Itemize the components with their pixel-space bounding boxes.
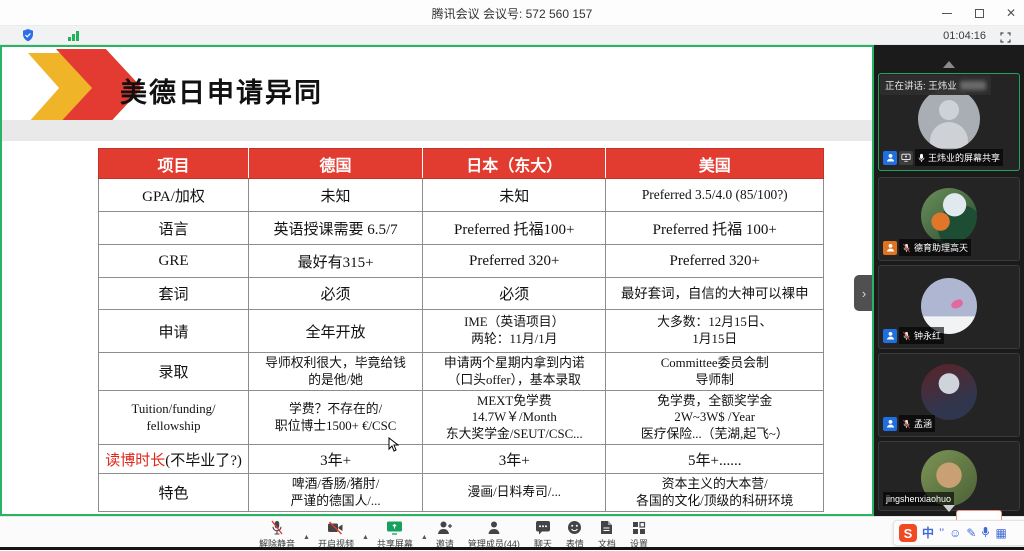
shared-screen-area: 美德日申请异同 项目 德国 日本（东大） 美国 GPA/加权 未知 未知 Pre… — [0, 45, 874, 516]
scroll-up-icon[interactable] — [943, 61, 955, 68]
docs-icon — [600, 519, 613, 536]
table-row: 申请 全年开放 IME（英语项目） 两轮：11月/1月 大多数：12月15日、 … — [99, 310, 824, 353]
members-icon — [487, 519, 501, 536]
network-signal-icon — [68, 31, 79, 41]
screen-share-badge-icon — [899, 151, 913, 165]
table-row: 特色 啤酒/香肠/猪肘/ 严谨的德国人/... 漫画/日料寿司/... 资本主义… — [99, 474, 824, 512]
tencent-meeting-window: 腾讯会议 会议号: 572 560 157 ✕ 01:04:16 美德日申请异同 — [0, 0, 1024, 550]
table-row: GPA/加权 未知 未知 Preferred 3.5/4.0 (85/100?) — [99, 179, 824, 212]
member-badge-icon — [883, 241, 897, 255]
member-badge-icon — [883, 329, 897, 343]
voice-icon[interactable] — [981, 526, 990, 540]
participants-sidebar: 正在讲话: 王炜业 王炜业的屏幕共享 — [874, 45, 1024, 516]
participant-tile[interactable]: 钟永红 — [878, 265, 1020, 349]
mic-menu-caret[interactable]: ▲ — [302, 534, 311, 541]
participant-tile[interactable]: 孟涵 — [878, 353, 1020, 437]
table-row: GRE 最好有315+ Preferred 320+ Preferred 320… — [99, 245, 824, 278]
participant-name: 王炜业的屏幕共享 — [915, 149, 1003, 166]
window-title: 腾讯会议 会议号: 572 560 157 — [0, 5, 1024, 22]
share-menu-caret[interactable]: ▲ — [420, 534, 429, 541]
blurred-name — [960, 81, 986, 90]
emoji-icon[interactable]: ☺ — [949, 527, 961, 539]
lang-toggle[interactable]: 中 — [922, 527, 934, 539]
member-badge-icon — [883, 417, 897, 431]
meeting-timer: 01:04:16 — [943, 30, 986, 42]
sidebar-collapse-handle[interactable]: › — [854, 275, 874, 311]
close-button[interactable]: ✕ — [1004, 6, 1018, 20]
member-badge-icon — [883, 151, 897, 165]
mic-muted-icon — [902, 243, 911, 253]
participant-name: 孟涵 — [899, 415, 935, 432]
mic-muted-icon — [902, 419, 911, 429]
participant-name: 钟永红 — [899, 327, 944, 344]
avatar — [921, 188, 977, 244]
table-row: 录取 导师权利很大，毕竟给钱 的是他/她 申请两个星期内拿到内诺 （口头offe… — [99, 353, 824, 391]
meeting-statusbar: 01:04:16 — [0, 26, 1024, 45]
punctuation-icon[interactable]: ’’ — [939, 527, 944, 539]
participant-name: jingshenxiaohuo — [883, 492, 954, 506]
window-titlebar: 腾讯会议 会议号: 572 560 157 ✕ — [0, 0, 1024, 26]
speaking-indicator: 正在讲话: 王炜业 — [880, 75, 991, 95]
mic-muted-icon — [902, 331, 911, 341]
col-header: 德国 — [249, 149, 423, 179]
table-row: 套词 必须 必须 最好套词，自信的大神可以裸申 — [99, 278, 824, 310]
table-header-row: 项目 德国 日本（东大） 美国 — [99, 149, 824, 179]
comparison-table: 项目 德国 日本（东大） 美国 GPA/加权 未知 未知 Preferred 3… — [98, 148, 824, 512]
col-header: 日本（东大） — [423, 149, 606, 179]
slide-title: 美德日申请异同 — [120, 71, 323, 110]
maximize-button[interactable] — [972, 6, 986, 20]
mouse-cursor — [388, 437, 399, 457]
ime-toolbar[interactable]: S 中 ’’ ☺ ✎ ▦ — [893, 520, 1024, 546]
settings-grid-icon — [632, 519, 646, 536]
chat-icon — [535, 519, 551, 536]
mic-muted-icon — [270, 519, 284, 536]
participant-name: 德育助理高天 — [899, 239, 971, 256]
avatar — [918, 88, 980, 150]
emoji-icon — [567, 519, 582, 536]
pen-icon[interactable]: ✎ — [966, 527, 976, 539]
avatar — [921, 278, 977, 334]
col-header: 美国 — [606, 149, 824, 179]
meeting-toolbar: 解除静音 ▲ 开启视频 ▲ 共享屏幕 ▲ 邀请 — [0, 516, 1024, 547]
col-header: 项目 — [99, 149, 249, 179]
invite-icon — [437, 519, 453, 536]
screen-share-icon — [386, 519, 403, 536]
avatar — [921, 364, 977, 420]
table-row: Tuition/funding/ fellowship 学费？不存在的/ 职位博… — [99, 391, 824, 445]
participant-tile[interactable]: 德育助理高天 — [878, 177, 1020, 261]
camera-off-icon — [327, 519, 344, 536]
row-label-red: 读博时长 — [105, 453, 165, 469]
video-menu-caret[interactable]: ▲ — [361, 534, 370, 541]
keyboard-icon[interactable]: ▦ — [995, 527, 1006, 539]
scroll-down-icon[interactable] — [943, 505, 955, 512]
participant-tile[interactable]: jingshenxiaohuo — [878, 441, 1020, 511]
slide-divider-band — [2, 120, 874, 141]
table-row: 语言 英语授课需要 6.5/7 Preferred 托福100+ Preferr… — [99, 212, 824, 245]
mic-icon — [918, 153, 925, 163]
minimize-button[interactable] — [940, 6, 954, 20]
table-row: 读博时长(不毕业了?) 3年+ 3年+ 5年+...... — [99, 445, 824, 474]
sogou-logo[interactable]: S — [899, 524, 917, 542]
